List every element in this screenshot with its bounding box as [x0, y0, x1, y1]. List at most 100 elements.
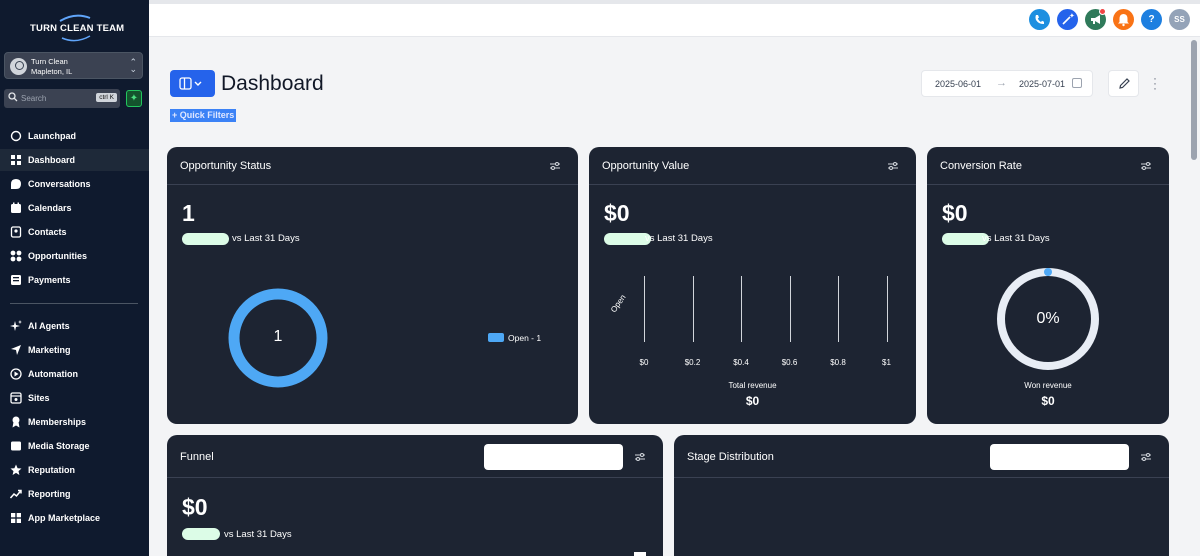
- sidebar-item-marketing[interactable]: Marketing: [0, 339, 149, 361]
- pipeline-select[interactable]: [484, 444, 623, 470]
- launchpad-icon: [10, 130, 22, 142]
- comparison-text: vs Last 31 Days: [645, 233, 713, 244]
- won-revenue-value: $0: [1041, 394, 1055, 408]
- magic-button[interactable]: ✦: [1057, 9, 1078, 30]
- sidebar-item-conversations[interactable]: Conversations: [0, 173, 149, 195]
- filter-sliders-icon[interactable]: [1141, 452, 1151, 462]
- total-revenue-value: $0: [745, 394, 760, 408]
- brand-logo[interactable]: TURN CLEAN TEAM: [20, 12, 130, 42]
- change-badge: [182, 233, 229, 245]
- marketing-icon: [11, 345, 21, 355]
- filter-sliders-icon[interactable]: [1141, 161, 1151, 171]
- sidebar-item-launchpad[interactable]: Launchpad: [0, 125, 149, 147]
- search-shortcut: ctrl K: [96, 93, 117, 102]
- filter-sliders-icon[interactable]: [888, 161, 898, 171]
- date-range-picker[interactable]: 2025-06-01 → 2025-07-01: [921, 70, 1093, 97]
- opportunities-icon: [10, 250, 22, 262]
- sidebar-item-dashboard[interactable]: Dashboard: [0, 149, 149, 171]
- funnel-bar: [634, 552, 646, 556]
- chat-icon: [11, 179, 21, 189]
- x-tick-label: $0.2: [684, 358, 701, 367]
- filter-sliders-icon[interactable]: [635, 452, 645, 462]
- gridline: [741, 276, 742, 342]
- date-start: 2025-06-01: [935, 79, 982, 89]
- sidebar-item-label: Automation: [28, 369, 78, 379]
- gridline: [838, 276, 839, 342]
- search-icon: [8, 92, 18, 102]
- sidebar-item-memberships[interactable]: Memberships: [0, 411, 149, 433]
- filter-sliders-icon[interactable]: [550, 161, 560, 171]
- metric-value: $0: [942, 200, 968, 226]
- dashboard-switcher-button[interactable]: [170, 70, 215, 97]
- comparison-text: vs Last 31 Days: [232, 233, 300, 244]
- sidebar-item-automation[interactable]: Automation: [0, 363, 149, 385]
- star-icon: [10, 464, 22, 475]
- sidebar-item-reputation[interactable]: Reputation: [0, 459, 149, 481]
- sidebar-item-media-storage[interactable]: Media Storage: [0, 435, 149, 457]
- gauge-value: 0%: [1036, 310, 1060, 327]
- search-input[interactable]: Search ctrl K: [4, 89, 120, 108]
- more-options-icon[interactable]: · · ·: [1150, 72, 1160, 94]
- sidebar-item-app-marketplace[interactable]: App Marketplace: [0, 507, 149, 529]
- donut-center-value: 1: [273, 328, 283, 345]
- date-end: 2025-07-01: [1019, 79, 1066, 89]
- account-switcher[interactable]: Turn Clean Mapleton, IL ⌃ ⌄: [4, 52, 143, 79]
- notifications-button[interactable]: [1113, 9, 1134, 30]
- won-revenue-label: Won revenue: [1024, 381, 1072, 390]
- sidebar-item-label: Reporting: [28, 489, 71, 499]
- ai-sparkle-button[interactable]: ✦: [126, 90, 142, 107]
- help-icon: ?: [1148, 14, 1155, 25]
- sites-icon: [10, 392, 22, 404]
- card-header: Opportunity Status: [167, 147, 578, 185]
- total-revenue-label: Total revenue: [728, 381, 777, 390]
- ai-agents-icon: [10, 320, 22, 331]
- change-badge: [604, 233, 651, 245]
- reporting-icon: [10, 489, 22, 499]
- app-marketplace-icon: [11, 513, 21, 523]
- stage-distribution-card: Stage Distribution: [674, 435, 1169, 556]
- x-tick-label: $0: [639, 358, 649, 367]
- sidebar-item-sites[interactable]: Sites: [0, 387, 149, 409]
- help-button[interactable]: ?: [1141, 9, 1162, 30]
- phone-icon: [1035, 15, 1044, 25]
- page-title: Dashboard: [221, 72, 324, 95]
- sidebar-item-reporting[interactable]: Reporting: [0, 483, 149, 505]
- metric-value: $0: [604, 200, 630, 226]
- funnel-card: Funnel $0 vs Last 31 Days: [167, 435, 663, 556]
- scrollbar-thumb[interactable]: [1191, 40, 1197, 160]
- automation-icon: [10, 368, 22, 380]
- layout-icon: [179, 77, 202, 90]
- sidebar-item-label: Payments: [28, 275, 71, 285]
- card-header: Stage Distribution: [674, 435, 1169, 478]
- user-avatar[interactable]: SS: [1169, 9, 1190, 30]
- sidebar-item-calendars[interactable]: Calendars: [0, 197, 149, 219]
- x-tick-label: $1: [882, 358, 891, 367]
- sidebar-item-label: Sites: [28, 393, 50, 403]
- sidebar-item-label: Launchpad: [28, 131, 77, 141]
- sidebar-item-label: Conversations: [28, 179, 91, 189]
- sidebar: TURN CLEAN TEAM Turn Clean Mapleton, IL …: [0, 0, 149, 556]
- card-header: Conversion Rate: [927, 147, 1169, 185]
- sidebar-item-ai-agents[interactable]: AI Agents: [0, 315, 149, 337]
- calendar-icon: [1072, 78, 1082, 88]
- contacts-icon: [10, 226, 22, 238]
- gridline: [789, 276, 791, 342]
- change-badge: [182, 528, 220, 540]
- payments-icon: [11, 275, 21, 285]
- legend-label[interactable]: Open - 1: [508, 333, 541, 343]
- gridline: [692, 276, 694, 342]
- opportunity-status-card: Opportunity Status 1 vs Last 31 Days 1 O…: [167, 147, 578, 424]
- brand-name: TURN CLEAN TEAM: [30, 23, 125, 34]
- pipeline-select[interactable]: [990, 444, 1129, 470]
- sidebar-item-contacts[interactable]: Contacts: [0, 221, 149, 243]
- phone-button[interactable]: [1029, 9, 1050, 30]
- svg-text:✦: ✦: [1069, 12, 1075, 20]
- card-title: Funnel: [180, 451, 214, 463]
- sidebar-item-payments[interactable]: Payments: [0, 269, 149, 291]
- quick-filters-button[interactable]: + Quick Filters: [170, 109, 237, 122]
- card-title: Conversion Rate: [940, 160, 1022, 172]
- comparison-text: vs Last 31 Days: [982, 233, 1050, 244]
- edit-dashboard-button[interactable]: [1108, 70, 1139, 97]
- sidebar-item-opportunities[interactable]: Opportunities: [0, 245, 149, 267]
- sidebar-item-label: Opportunities: [28, 251, 87, 261]
